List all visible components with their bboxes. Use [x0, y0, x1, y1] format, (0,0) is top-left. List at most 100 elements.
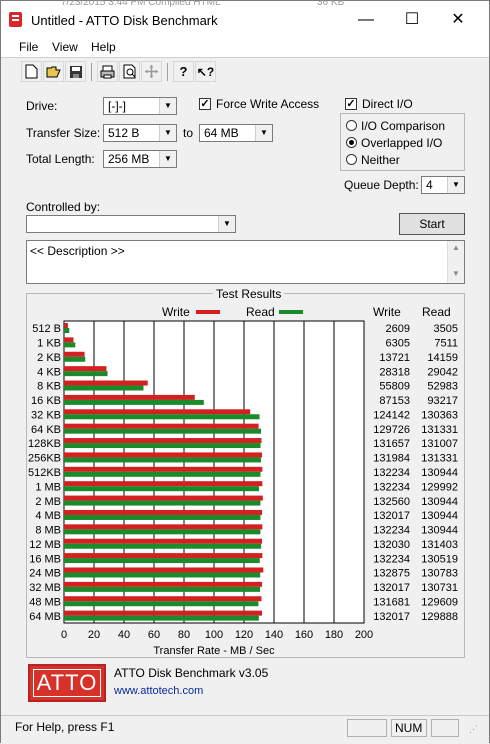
open-button[interactable]	[43, 61, 64, 82]
direct-io-checkbox[interactable]: ✓	[345, 98, 357, 110]
overlapped-io-radio[interactable]	[346, 137, 357, 148]
read-value: 130944	[421, 467, 458, 479]
drive-select[interactable]: [-]-] ▼	[103, 97, 177, 115]
category-label: 32 KB	[31, 409, 61, 421]
write-value: 131984	[373, 453, 410, 465]
transfer-size-to-select[interactable]: 64 MB ▼	[199, 124, 273, 142]
transfer-size-from-select[interactable]: 512 B ▼	[103, 124, 177, 142]
read-value: 130783	[421, 568, 458, 580]
logo-border	[33, 669, 101, 697]
queue-depth-label: Queue Depth:	[344, 178, 419, 192]
title-bar[interactable]: 7/23/2015 3:44 PM Compiled HTML 36 KB Un…	[1, 0, 489, 37]
write-value: 87153	[379, 395, 410, 407]
queue-depth-select[interactable]: 4 ▼	[421, 176, 465, 194]
status-panel-scroll	[431, 719, 459, 737]
read-value: 131007	[421, 438, 458, 450]
print-button[interactable]	[97, 61, 118, 82]
close-button[interactable]: ✕	[435, 7, 481, 33]
write-bar	[64, 438, 262, 444]
neither-radio[interactable]	[346, 154, 357, 165]
read-bar	[64, 342, 76, 348]
write-bar	[64, 423, 259, 429]
read-value: 29042	[427, 366, 458, 378]
read-value: 52983	[427, 381, 458, 393]
description-scrollbar[interactable]: ▲ ▼	[447, 241, 464, 283]
chevron-down-icon: ▼	[159, 151, 176, 167]
category-label: 512 B	[32, 323, 61, 335]
scroll-down-icon[interactable]: ▼	[452, 269, 460, 278]
write-value: 131681	[373, 596, 410, 608]
write-value: 132234	[373, 553, 410, 565]
start-button-label: Start	[419, 217, 445, 231]
maximize-button[interactable]: ☐	[389, 7, 435, 33]
x-tick-label: 120	[235, 629, 253, 641]
chevron-down-icon: ▼	[218, 216, 235, 232]
minimize-button[interactable]: —	[343, 7, 389, 33]
print-icon	[100, 65, 115, 78]
read-bar	[64, 457, 261, 463]
write-bar	[64, 452, 262, 458]
total-length-select[interactable]: 256 MB ▼	[103, 150, 177, 168]
read-value: 130519	[421, 553, 458, 565]
io-comparison-radio[interactable]	[346, 120, 357, 131]
move-button[interactable]	[141, 61, 162, 82]
x-tick-label: 40	[118, 629, 130, 641]
category-label: 32 MB	[29, 582, 61, 594]
scroll-up-icon[interactable]: ▲	[452, 243, 460, 252]
transfer-size-from-value: 512 B	[108, 126, 140, 140]
controlled-by-label: Controlled by:	[26, 200, 101, 214]
overlapped-io-label: Overlapped I/O	[361, 136, 443, 150]
start-button[interactable]: Start	[399, 213, 465, 235]
read-bar	[64, 514, 261, 520]
drive-value: [-]-]	[108, 99, 126, 113]
transfer-size-label: Transfer Size:	[26, 126, 101, 140]
read-bar	[64, 356, 86, 362]
controlled-by-select[interactable]: ▼	[26, 215, 236, 233]
window-title: Untitled - ATTO Disk Benchmark	[31, 13, 218, 28]
write-value: 132017	[373, 510, 410, 522]
io-comparison-label: I/O Comparison	[361, 119, 446, 133]
write-bar	[64, 567, 264, 573]
chevron-down-icon: ▼	[255, 125, 272, 141]
context-help-button[interactable]: ↖?	[195, 61, 216, 82]
read-bar	[64, 371, 108, 377]
write-bar	[64, 524, 263, 530]
write-bar	[64, 553, 263, 559]
direct-io-label: Direct I/O	[362, 97, 413, 111]
help-button[interactable]: ?	[173, 61, 194, 82]
write-bar	[64, 351, 85, 357]
category-label: 1 MB	[35, 481, 61, 493]
category-label: 64 KB	[31, 424, 61, 436]
x-tick-label: 20	[88, 629, 100, 641]
menu-help[interactable]: Help	[91, 40, 116, 54]
read-bar	[64, 486, 259, 492]
force-write-checkbox[interactable]: ✓	[199, 98, 211, 110]
write-value: 6305	[386, 338, 410, 350]
legend-write-swatch	[196, 310, 220, 314]
save-button[interactable]	[65, 61, 86, 82]
write-bar	[64, 495, 263, 501]
category-label: 16 MB	[29, 553, 61, 565]
read-value: 93217	[427, 395, 458, 407]
context-help-icon: ↖?	[196, 64, 215, 79]
resize-grip-icon[interactable]: ⋰	[469, 724, 478, 735]
write-bar	[64, 380, 148, 386]
app-version-text: ATTO Disk Benchmark v3.05	[114, 666, 269, 680]
website-link[interactable]: www.attotech.com	[114, 685, 203, 697]
new-button[interactable]	[21, 61, 42, 82]
menu-file[interactable]: File	[19, 40, 38, 54]
read-value: 130944	[421, 525, 458, 537]
read-value: 130731	[421, 582, 458, 594]
x-tick-label: 60	[148, 629, 160, 641]
category-label: 8 MB	[35, 525, 61, 537]
read-value: 131403	[421, 539, 458, 551]
print-preview-button[interactable]	[119, 61, 140, 82]
read-bar	[64, 615, 259, 621]
write-value: 132030	[373, 539, 410, 551]
menu-view[interactable]: View	[52, 40, 78, 54]
x-tick-label: 140	[265, 629, 283, 641]
category-label: 512KB	[28, 467, 61, 479]
description-textarea[interactable]: << Description >> ▲ ▼	[26, 240, 465, 284]
print-preview-icon	[123, 64, 135, 79]
read-bar	[64, 399, 204, 405]
